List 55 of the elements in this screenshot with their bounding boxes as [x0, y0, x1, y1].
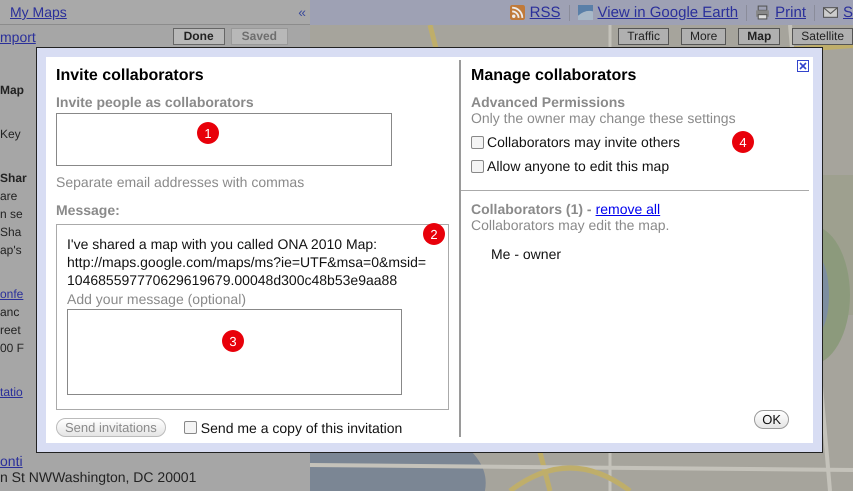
sidebar-text: reet — [0, 322, 21, 339]
collaborators-heading: Collaborators (1) - — [471, 201, 592, 217]
dialog-title: Invite collaborators — [56, 67, 205, 85]
dialog-title: Manage collaborators — [471, 67, 638, 85]
sidebar-link[interactable]: onfe — [0, 285, 24, 303]
checkbox-label: Send me a copy of this invitation — [200, 420, 402, 436]
collapse-button[interactable]: « — [298, 4, 306, 20]
sidebar-text: are — [0, 188, 18, 205]
sidebar-text: Key — [0, 126, 21, 143]
message-text: http://maps.google.com/maps/ms?ie=UTF&msa=0&msid= — [67, 253, 426, 271]
message-label: Message: — [56, 202, 121, 218]
collaborators-note: Collaborators may edit the map. — [471, 217, 670, 233]
checkbox-label: Collaborators may invite others — [487, 134, 680, 150]
checkbox[interactable] — [184, 421, 197, 434]
map-type-button[interactable]: Satellite — [792, 28, 853, 45]
permissions-heading: Advanced Permissions — [471, 94, 626, 110]
hint-text: Separate email addresses with commas — [56, 174, 306, 190]
sidebar-heading: Shar — [0, 170, 27, 187]
message-textarea[interactable] — [67, 309, 402, 395]
address-text: n St NWWashington, DC 20001 — [0, 469, 196, 485]
checkbox[interactable] — [471, 160, 484, 172]
printer-icon — [755, 5, 770, 20]
field-label: Invite people as collaborators — [56, 94, 255, 110]
ok-button[interactable]: OK — [754, 410, 789, 429]
message-text: 104685597770629619679.00048d300c48b53e9aa88 — [67, 271, 398, 289]
rss-icon — [510, 5, 525, 20]
import-link[interactable]: mport — [0, 28, 36, 44]
collaborator-name: Me - owner — [491, 246, 562, 262]
my-maps-link[interactable]: My Maps — [10, 4, 67, 20]
map-type-button[interactable]: More — [680, 28, 726, 45]
globe-icon — [578, 5, 592, 20]
sidebar-text: Sha — [0, 224, 22, 241]
sidebar-text: ap's — [0, 242, 22, 259]
mail-icon — [822, 5, 838, 20]
address-link[interactable]: onti — [0, 453, 23, 469]
toolbar-link[interactable]: RSS — [530, 4, 560, 21]
checkbox[interactable] — [471, 136, 484, 148]
toolbar-link[interactable]: View in Google Earth — [598, 4, 738, 21]
sidebar-link[interactable]: tatio — [0, 383, 23, 401]
message-text: I've shared a map with you called ONA 2010 Map: — [67, 235, 378, 253]
remove-all-link[interactable]: remove all — [596, 201, 660, 217]
sidebar-text: anc — [0, 304, 20, 321]
sidebar-text: 00 F — [0, 340, 24, 357]
map-type-button[interactable]: Traffic — [618, 28, 669, 45]
toolbar-link[interactable]: S — [842, 4, 853, 21]
toolbar-link[interactable]: Print — [775, 4, 806, 21]
map-type-button[interactable]: Map — [738, 28, 780, 45]
sidebar-text: n se — [0, 206, 23, 223]
close-icon[interactable] — [797, 60, 809, 72]
checkbox-label: Allow anyone to edit this map — [487, 158, 670, 174]
sidebar-button[interactable]: Done — [172, 28, 225, 45]
email-field[interactable] — [56, 113, 392, 166]
permissions-note: Only the owner may change these settings — [471, 110, 737, 126]
optional-label: Add your message (optional) — [67, 291, 246, 307]
sidebar-heading: Map — [0, 82, 24, 99]
